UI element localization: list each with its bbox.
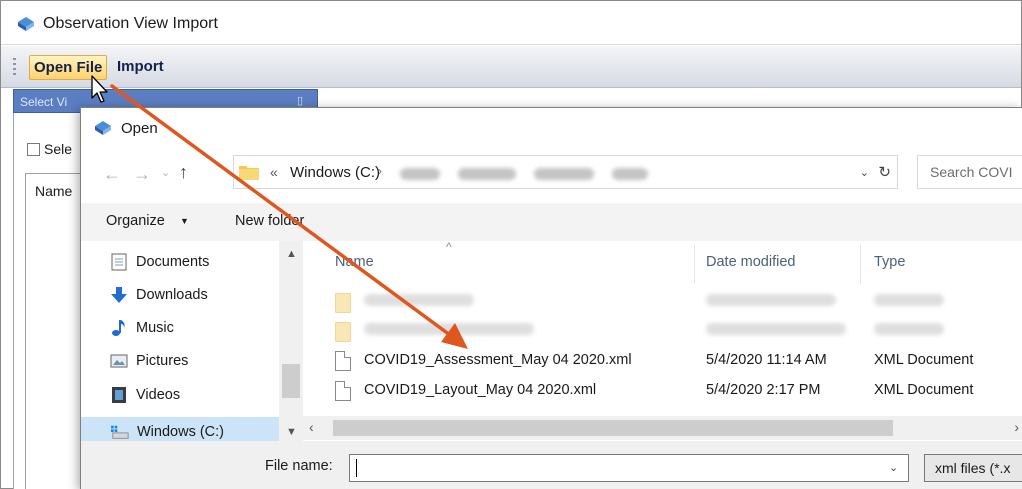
file-date-modified: 5/4/2020 2:17 PM bbox=[706, 382, 821, 398]
nav-item-label: Music bbox=[136, 320, 174, 336]
file-row[interactable]: COVID19_Layout_May 04 2020.xml 5/4/2020 … bbox=[335, 378, 1022, 404]
redacted-text bbox=[874, 323, 944, 339]
film-icon bbox=[110, 386, 128, 404]
dialog-footer: File name: ⌄ xml files (*.x bbox=[81, 441, 1022, 489]
column-header-type[interactable]: Type bbox=[874, 254, 905, 270]
forward-arrow-icon[interactable]: → bbox=[133, 164, 151, 185]
column-divider[interactable] bbox=[694, 244, 695, 284]
folder-icon bbox=[239, 166, 259, 180]
scroll-left-icon[interactable]: ‹ bbox=[309, 419, 314, 435]
select-all-label: Sele bbox=[44, 141, 73, 157]
sort-ascending-icon: ^ bbox=[446, 240, 452, 254]
recent-locations-chevron-icon[interactable]: ⌄ bbox=[161, 166, 170, 179]
file-date-modified: 5/4/2020 11:14 AM bbox=[706, 352, 827, 368]
nav-item-label: Pictures bbox=[136, 353, 189, 369]
address-dropdown-icon[interactable]: ⌄ bbox=[860, 166, 869, 179]
document-icon bbox=[335, 351, 351, 371]
app-toolbar: Open File Import bbox=[1, 46, 1021, 88]
redacted-text bbox=[874, 294, 944, 310]
drive-icon bbox=[111, 423, 129, 441]
nav-item-music[interactable]: Music bbox=[104, 313, 279, 343]
file-type: XML Document bbox=[874, 352, 974, 368]
file-name: COVID19_Layout_May 04 2020.xml bbox=[364, 382, 597, 398]
file-name-dropdown-icon[interactable]: ⌄ bbox=[889, 461, 898, 474]
app-title: Observation View Import bbox=[43, 15, 218, 32]
open-file-button[interactable]: Open File bbox=[29, 55, 108, 80]
scroll-up-icon[interactable]: ▲ bbox=[286, 248, 297, 260]
nav-item-label: Videos bbox=[136, 387, 181, 403]
nav-item-label: Documents bbox=[136, 254, 210, 270]
dialog-titlebar: Open bbox=[81, 108, 1022, 148]
back-arrow-icon[interactable]: ← bbox=[103, 164, 121, 185]
scroll-right-icon[interactable]: › bbox=[1014, 419, 1019, 435]
view-list-name-header[interactable]: Name bbox=[35, 183, 72, 199]
document-icon bbox=[335, 381, 351, 401]
panel-pin-icon[interactable]: ▯ bbox=[297, 94, 303, 107]
app-logo-icon bbox=[95, 121, 111, 135]
breadcrumb-separator-icon[interactable]: › bbox=[378, 164, 382, 178]
scroll-down-icon[interactable]: ▼ bbox=[286, 426, 297, 438]
download-arrow-icon bbox=[110, 286, 128, 304]
import-button[interactable]: Import bbox=[117, 57, 164, 79]
redacted-text bbox=[706, 323, 846, 339]
file-type: XML Document bbox=[874, 382, 974, 398]
documents-icon bbox=[110, 253, 128, 271]
nav-item-videos[interactable]: Videos bbox=[104, 380, 279, 410]
breadcrumb-drive[interactable]: Windows (C:) bbox=[290, 164, 380, 181]
dialog-title: Open bbox=[121, 120, 158, 137]
toolbar-grip[interactable] bbox=[13, 58, 16, 76]
file-name-label: File name: bbox=[265, 458, 333, 474]
organize-button[interactable]: Organize bbox=[106, 213, 165, 229]
text-caret bbox=[356, 459, 357, 477]
open-file-dialog: Open ← → ⌄ ↑ « Windows (C:) › ⌄ ↻ Search… bbox=[80, 107, 1022, 489]
app-logo-icon bbox=[18, 17, 34, 31]
address-bar[interactable]: « Windows (C:) › ⌄ ↻ bbox=[233, 155, 898, 189]
nav-item-documents[interactable]: Documents bbox=[104, 247, 279, 277]
column-header-date-modified[interactable]: Date modified bbox=[706, 254, 795, 270]
redacted-text bbox=[364, 294, 474, 310]
nav-pane-scrollbar[interactable] bbox=[279, 241, 303, 441]
file-type-select[interactable]: xml files (*.x bbox=[924, 454, 1022, 482]
folder-icon bbox=[335, 322, 351, 342]
pictures-icon bbox=[110, 352, 128, 370]
up-arrow-icon[interactable]: ↑ bbox=[179, 162, 188, 183]
column-header-name[interactable]: Name bbox=[335, 254, 374, 270]
folder-row-redacted[interactable] bbox=[335, 319, 1022, 345]
nav-item-downloads[interactable]: Downloads bbox=[104, 280, 279, 310]
music-note-icon bbox=[110, 319, 128, 337]
breadcrumb-overflow-icon[interactable]: « bbox=[270, 164, 278, 180]
redacted-text bbox=[364, 323, 534, 339]
nav-item-label: Windows (C:) bbox=[137, 424, 225, 440]
command-bar: Organize ▼ New folder bbox=[81, 203, 1022, 241]
select-all-checkbox[interactable]: Sele bbox=[27, 141, 72, 157]
folder-row-redacted[interactable] bbox=[335, 290, 1022, 316]
checkbox-box[interactable] bbox=[27, 142, 40, 156]
folder-icon bbox=[335, 293, 351, 313]
refresh-icon[interactable]: ↻ bbox=[878, 163, 891, 181]
app-titlebar: Observation View Import bbox=[1, 1, 1021, 45]
breadcrumb-redacted bbox=[400, 167, 800, 181]
horizontal-scroll-thumb[interactable] bbox=[333, 420, 893, 436]
file-row[interactable]: COVID19_Assessment_May 04 2020.xml 5/4/2… bbox=[335, 348, 1022, 374]
search-input[interactable]: Search COVI bbox=[917, 155, 1022, 189]
file-name: COVID19_Assessment_May 04 2020.xml bbox=[364, 352, 632, 368]
column-divider[interactable] bbox=[860, 244, 861, 284]
organize-dropdown-icon[interactable]: ▼ bbox=[180, 216, 189, 226]
nav-item-pictures[interactable]: Pictures bbox=[104, 346, 279, 376]
panel-header-label: Select Vi bbox=[20, 95, 68, 109]
nav-item-label: Downloads bbox=[136, 287, 208, 303]
file-name-input[interactable] bbox=[349, 454, 909, 482]
new-folder-button[interactable]: New folder bbox=[235, 213, 304, 229]
redacted-text bbox=[706, 294, 836, 310]
nav-pane-scroll-thumb[interactable] bbox=[282, 364, 300, 398]
file-list-horizontal-scrollbar[interactable]: ‹ › bbox=[303, 416, 1022, 440]
